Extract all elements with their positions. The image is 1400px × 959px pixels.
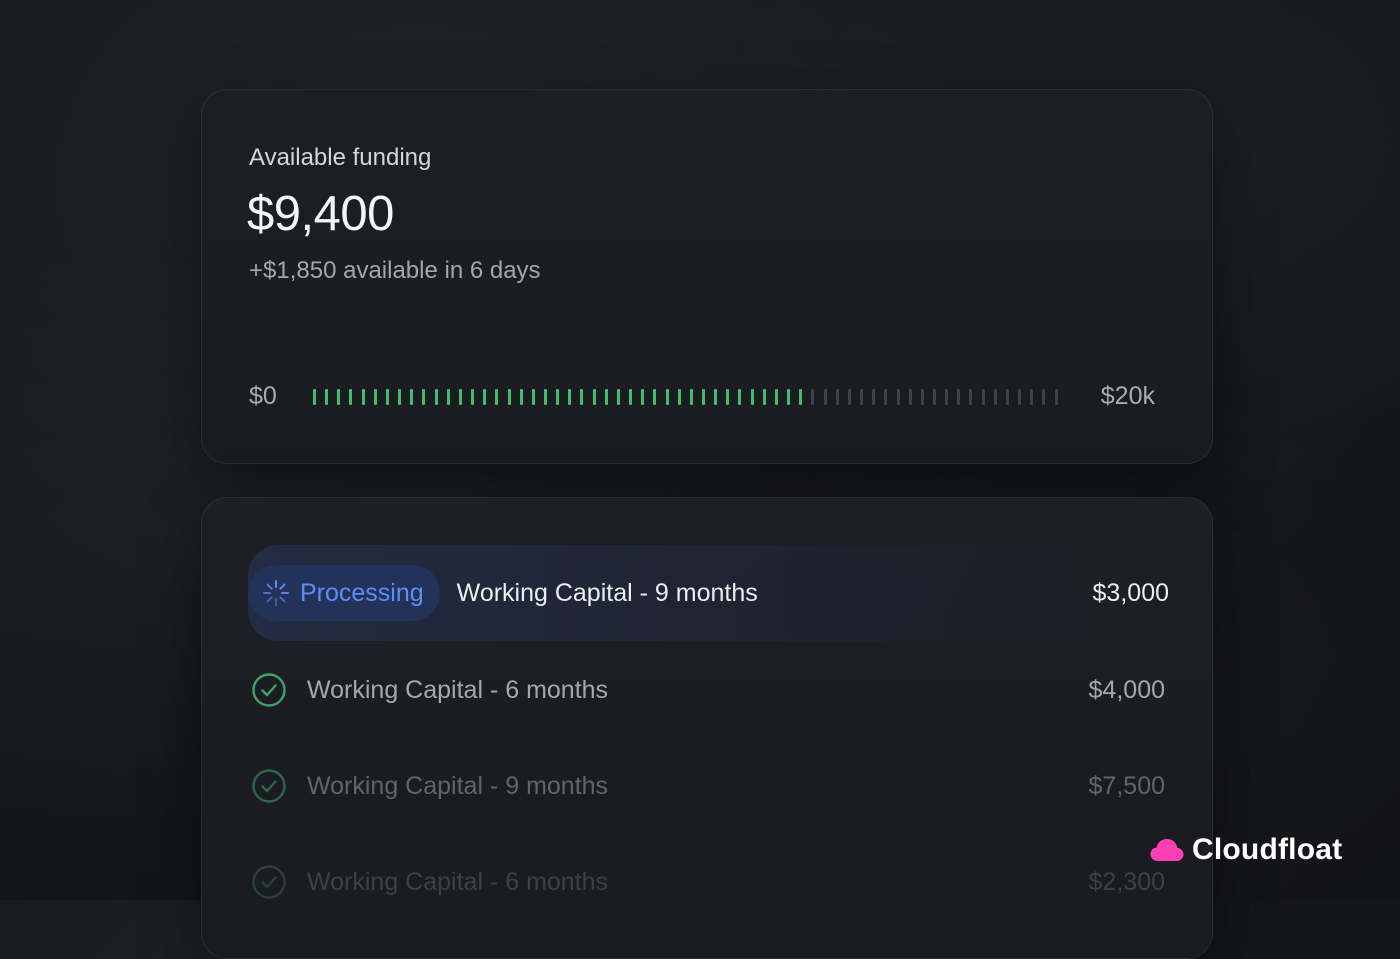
transaction-title: Working Capital - 6 months xyxy=(307,675,609,704)
transactions-card: Processing Working Capital - 9 months $3… xyxy=(201,497,1213,959)
meter-tick xyxy=(313,389,316,405)
meter-tick xyxy=(458,389,462,405)
meter-tick xyxy=(811,389,815,405)
meter-tick xyxy=(385,389,389,405)
meter-tick xyxy=(604,389,608,405)
meter-tick xyxy=(1005,389,1009,405)
meter-tick xyxy=(373,389,377,405)
meter-tick xyxy=(410,389,414,405)
meter-tick xyxy=(398,389,402,405)
funding-card: Available funding $9,400 +$1,850 availab… xyxy=(201,89,1213,464)
transaction-row[interactable]: Working Capital - 6 months $2,300 xyxy=(249,854,1165,910)
transaction-amount: $4,000 xyxy=(1088,675,1165,704)
transaction-row[interactable]: Processing Working Capital - 9 months $3… xyxy=(248,545,1182,641)
meter-tick xyxy=(616,389,620,405)
meter-tick xyxy=(495,389,499,405)
transaction-amount: $2,300 xyxy=(1088,867,1165,896)
check-circle-icon xyxy=(252,865,286,899)
meter-tick xyxy=(884,389,888,405)
meter-tick xyxy=(774,389,778,405)
meter-tick xyxy=(799,389,803,405)
meter-tick xyxy=(835,389,839,405)
meter-tick xyxy=(580,389,584,405)
meter-tick xyxy=(556,389,560,405)
meter-tick xyxy=(908,389,912,405)
processing-badge: Processing xyxy=(248,565,440,621)
meter-tick xyxy=(1030,389,1034,405)
funding-meter xyxy=(313,388,1058,406)
transaction-amount: $3,000 xyxy=(1092,578,1169,607)
meter-tick xyxy=(969,389,973,405)
meter-tick xyxy=(507,389,511,405)
funding-subtext: +$1,850 available in 6 days xyxy=(249,257,541,284)
meter-tick xyxy=(446,389,450,405)
check-circle-icon xyxy=(252,769,286,803)
meter-tick xyxy=(665,389,669,405)
meter-tick xyxy=(434,389,438,405)
transaction-title: Working Capital - 6 months xyxy=(307,867,609,896)
meter-tick xyxy=(653,389,657,405)
meter-tick xyxy=(1018,389,1022,405)
meter-tick xyxy=(689,389,693,405)
meter-tick xyxy=(422,389,426,405)
meter-tick xyxy=(920,389,924,405)
meter-tick xyxy=(714,389,718,405)
meter-tick xyxy=(860,389,864,405)
range-min-label: $0 xyxy=(249,382,277,410)
meter-tick xyxy=(677,389,681,405)
meter-tick xyxy=(641,389,645,405)
check-circle-icon xyxy=(252,673,286,707)
meter-tick xyxy=(896,389,900,405)
meter-tick xyxy=(568,389,572,405)
transaction-amount: $7,500 xyxy=(1088,771,1165,800)
funding-label: Available funding xyxy=(249,144,432,171)
meter-tick xyxy=(483,389,487,405)
transaction-title: Working Capital - 9 months xyxy=(456,578,758,607)
meter-tick xyxy=(738,389,742,405)
meter-tick xyxy=(787,389,791,405)
meter-tick xyxy=(847,389,851,405)
meter-tick xyxy=(750,389,754,405)
meter-tick xyxy=(349,389,353,405)
funding-amount: $9,400 xyxy=(247,187,394,241)
cloud-icon xyxy=(1150,839,1184,861)
brand-name: Cloudfloat xyxy=(1192,833,1343,866)
transaction-row[interactable]: Working Capital - 6 months $4,000 xyxy=(249,662,1165,718)
meter-tick xyxy=(981,389,985,405)
brand-logo: Cloudfloat xyxy=(1150,830,1342,870)
meter-tick xyxy=(993,389,997,405)
meter-tick xyxy=(932,389,936,405)
meter-tick xyxy=(337,389,341,405)
meter-tick xyxy=(325,389,329,405)
meter-tick xyxy=(543,389,547,405)
meter-tick xyxy=(629,389,633,405)
meter-tick xyxy=(702,389,705,405)
meter-tick xyxy=(531,389,535,405)
meter-tick xyxy=(361,389,365,405)
spinner-icon xyxy=(263,580,289,606)
transaction-title: Working Capital - 9 months xyxy=(307,771,609,800)
meter-tick xyxy=(519,389,523,405)
meter-tick xyxy=(762,389,766,405)
meter-tick xyxy=(957,389,961,405)
transaction-row[interactable]: Working Capital - 9 months $7,500 xyxy=(249,758,1165,814)
meter-tick xyxy=(592,389,596,405)
meter-tick xyxy=(823,389,827,405)
range-max-label: $20k xyxy=(1100,382,1155,410)
meter-tick xyxy=(1042,389,1046,405)
meter-tick xyxy=(726,389,730,405)
meter-tick xyxy=(1054,389,1058,405)
meter-tick xyxy=(945,389,949,405)
meter-tick xyxy=(471,389,475,405)
processing-label: Processing xyxy=(300,578,424,607)
meter-tick xyxy=(872,389,876,405)
